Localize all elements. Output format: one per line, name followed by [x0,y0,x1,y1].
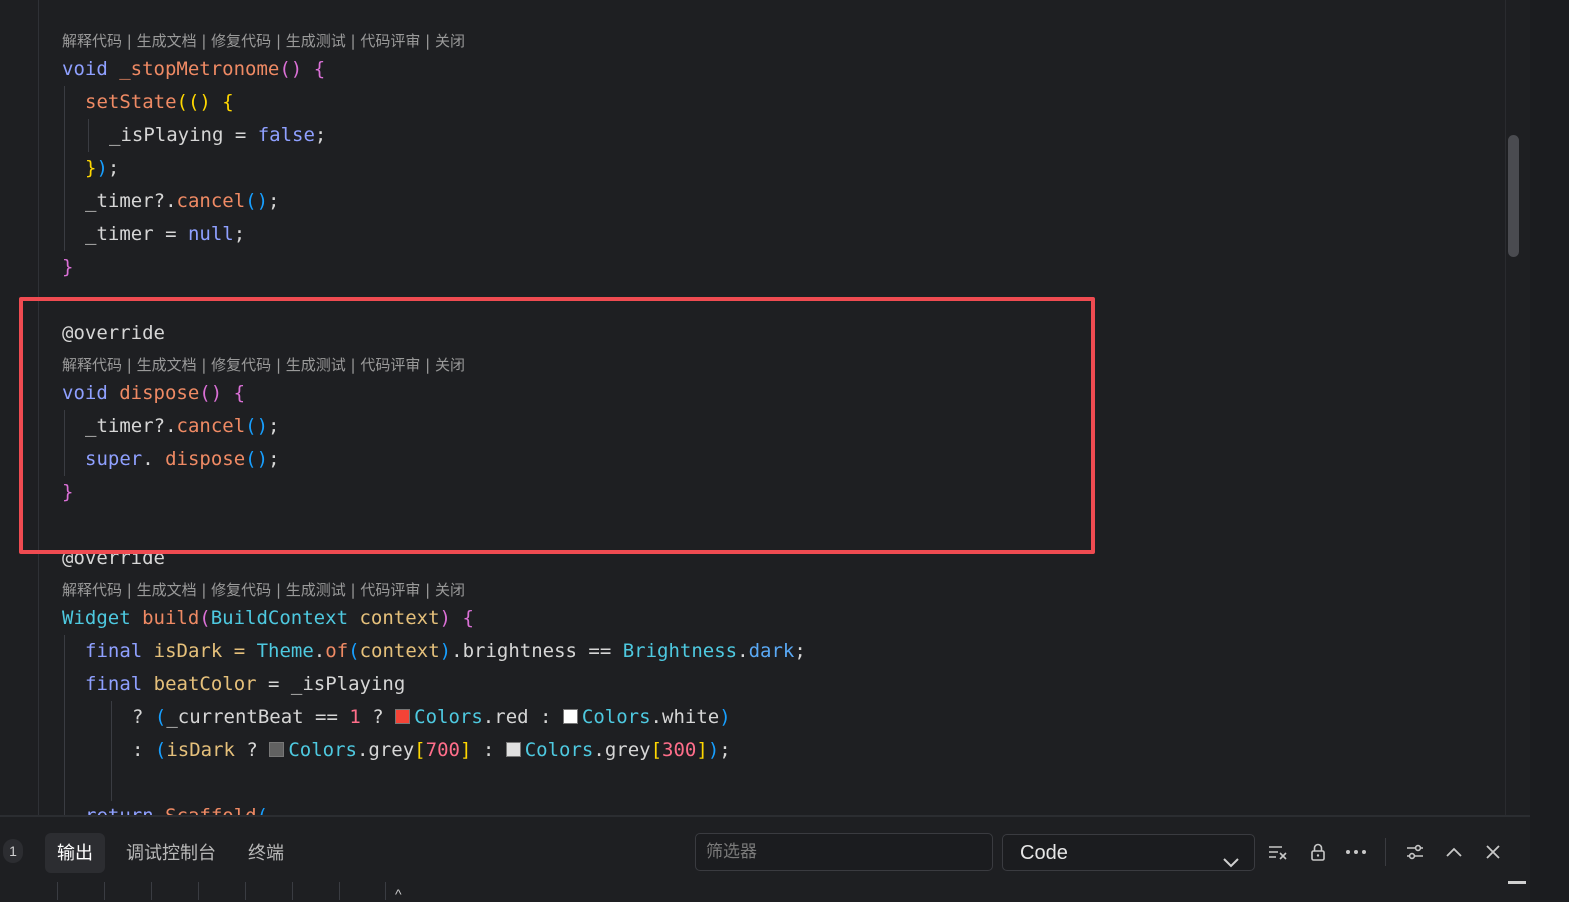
color-swatch-red [395,709,411,724]
identifier: _timer?. [85,190,177,212]
right-edge-bar [1530,0,1569,900]
problems-count-badge[interactable]: 1 [3,839,23,863]
identifier: .brightness == [451,640,623,662]
function-name: _stopMetronome [107,58,280,80]
scrollbar-thumb[interactable] [1508,135,1519,257]
type-name: Theme [256,640,314,662]
highlight-box [19,297,1095,554]
operator: ? [360,706,396,728]
identifier: = _isPlaying [256,673,406,695]
function-call: cancel [176,190,246,212]
type-name: Colors [581,706,651,728]
identifier: _isPlaying = [109,124,258,146]
number-literal: 700 [425,739,460,761]
toolbar-separator [1385,838,1386,866]
number-literal: 1 [349,706,361,728]
codelens-actions[interactable]: 解释代码 | 生成文档 | 修复代码 | 生成测试 | 代码评审 | 关闭 [62,29,465,53]
identifier: grey [368,739,415,761]
tab-terminal[interactable]: 终端 [236,833,296,873]
identifier: isDark [166,739,235,761]
maximize-panel-icon[interactable] [1440,838,1468,866]
color-swatch-grey300 [505,742,521,757]
operator: : [132,739,155,761]
keyword: return [85,805,154,815]
operator: : [471,739,506,761]
code-line: } [62,256,74,278]
type-name: Colors [414,706,483,728]
function-name: build [130,607,200,629]
type-name: Widget [62,607,131,629]
code-line: Widget build(BuildContext context) { [62,607,474,629]
code-line: _isPlaying = false; [109,124,327,146]
chevron-down-icon [1222,846,1240,883]
settings-sliders-icon[interactable] [1401,838,1429,866]
clear-output-icon[interactable] [1264,838,1292,866]
number-literal: 300 [662,739,697,761]
identifier: red [494,706,529,728]
function-call: setState [85,91,177,113]
tab-debug-console[interactable]: 调试控制台 [114,833,228,873]
tab-output[interactable]: 输出 [45,833,105,873]
indent-guide [111,701,112,801]
identifier: _currentBeat == [166,706,350,728]
operator: ? [234,739,270,761]
color-swatch-grey700 [269,742,285,757]
keyword: final [85,640,143,662]
indent-guide [88,119,89,152]
code-line: setState(() { [85,91,234,113]
literal: null [187,223,234,245]
identifier: context [359,640,440,662]
keyword: void [62,58,108,80]
identifier: beatColor [142,673,257,695]
output-channel-value: Code [1020,842,1068,864]
code-line: _timer = null; [85,223,246,245]
operator: : [528,706,563,728]
indent-guide [64,635,65,815]
code-line: return Scaffold( [85,800,268,815]
color-swatch-white [562,709,578,724]
identifier: white [662,706,720,728]
enum-value: dark [748,640,795,662]
code-line: }); [85,157,120,179]
type-name: BuildContext [210,607,349,629]
type-name: Brightness [622,640,738,662]
code-line: void _stopMetronome() { [62,58,326,80]
filter-input[interactable] [695,833,993,871]
function-call: of [325,640,349,662]
more-actions-icon[interactable] [1342,838,1370,866]
type-name: Colors [524,739,594,761]
close-panel-icon[interactable] [1479,838,1507,866]
identifier: _timer = [85,223,188,245]
identifier: isDark = [142,640,257,662]
indent-guide [64,86,65,251]
code-line: : (isDark ? Colors.grey[700] : Colors.gr… [132,739,731,761]
keyword: final [85,673,143,695]
type-name: Colors [288,739,357,761]
output-channel-select[interactable]: Code [1002,834,1255,871]
vertical-scrollbar[interactable] [1505,0,1530,815]
minimize-bar-icon[interactable] [1508,881,1526,884]
code-line: ? (_currentBeat == 1 ? Colors.red : Colo… [132,706,731,728]
literal: false [257,124,315,146]
function-call: Scaffold [154,805,257,815]
parameter: context [348,607,440,629]
code-line: final isDark = Theme.of(context).brightn… [85,640,806,662]
code-line: _timer?.cancel(); [85,190,280,212]
lock-icon[interactable] [1304,838,1332,866]
codelens-actions[interactable]: 解释代码 | 生成文档 | 修复代码 | 生成测试 | 代码评审 | 关闭 [62,578,465,602]
code-line: final beatColor = _isPlaying [85,668,405,701]
operator: ? [132,706,155,728]
identifier: grey [604,739,651,761]
terminal-ruler [0,882,400,900]
